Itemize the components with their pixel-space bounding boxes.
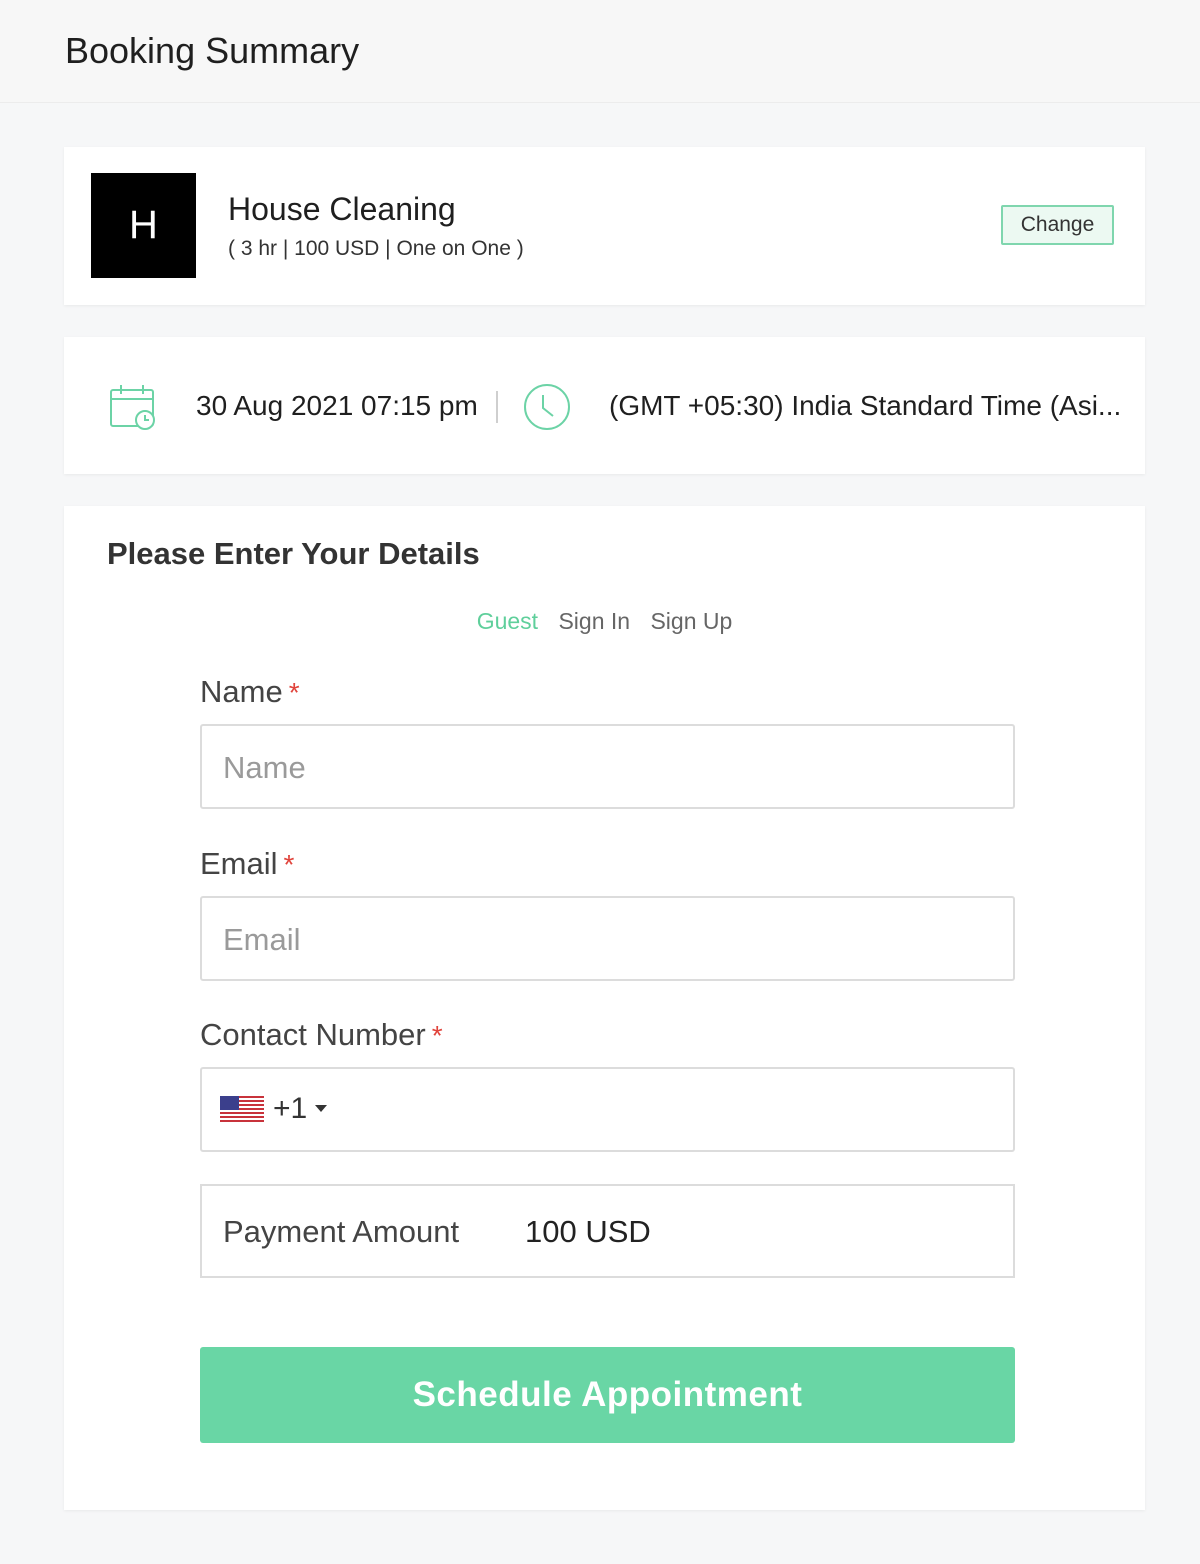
- service-logo: H: [91, 173, 196, 278]
- service-details: ( 3 hr | 100 USD | One on One ): [228, 237, 524, 260]
- required-marker: *: [288, 677, 300, 708]
- email-field[interactable]: Email: [200, 896, 1015, 981]
- tab-guest[interactable]: Guest: [477, 608, 538, 634]
- calendar-icon: [109, 384, 157, 437]
- schedule-card: 30 Aug 2021 07:15 pm (GMT +05:30) India …: [64, 337, 1145, 474]
- divider: [496, 391, 498, 423]
- auth-tabs: Guest Sign In Sign Up: [64, 608, 1145, 635]
- tab-sign-up[interactable]: Sign Up: [650, 608, 732, 634]
- clock-icon: [523, 383, 571, 436]
- service-card: H House Cleaning ( 3 hr | 100 USD | One …: [64, 147, 1145, 305]
- chevron-down-icon[interactable]: [315, 1105, 327, 1112]
- email-label-text: Email: [200, 846, 278, 881]
- required-marker: *: [431, 1020, 443, 1051]
- tab-sign-in[interactable]: Sign In: [558, 608, 630, 634]
- contact-label-text: Contact Number: [200, 1017, 426, 1052]
- schedule-appointment-button[interactable]: Schedule Appointment: [200, 1347, 1015, 1443]
- page-title: Booking Summary: [65, 30, 360, 71]
- change-button[interactable]: Change: [1001, 205, 1114, 245]
- payment-amount-value: 100 USD: [525, 1214, 651, 1249]
- country-code[interactable]: +1: [273, 1092, 307, 1126]
- name-label-text: Name: [200, 674, 283, 709]
- contact-label: Contact Number *: [200, 1017, 443, 1053]
- required-marker: *: [283, 849, 295, 880]
- name-field[interactable]: Name: [200, 724, 1015, 809]
- details-form: Please Enter Your Details Guest Sign In …: [64, 506, 1145, 1510]
- service-name: House Cleaning: [228, 191, 456, 227]
- form-heading: Please Enter Your Details: [107, 536, 480, 571]
- email-label: Email *: [200, 846, 294, 882]
- top-bar: Booking Summary: [0, 0, 1200, 103]
- timezone-text[interactable]: (GMT +05:30) India Standard Time (Asi...: [609, 390, 1119, 422]
- payment-amount-box: Payment Amount 100 USD: [200, 1184, 1015, 1278]
- appointment-datetime: 30 Aug 2021 07:15 pm: [196, 390, 478, 421]
- email-placeholder: Email: [223, 922, 301, 957]
- payment-amount-label: Payment Amount: [223, 1214, 460, 1249]
- us-flag-icon[interactable]: [220, 1096, 264, 1127]
- contact-number-field[interactable]: +1: [200, 1067, 1015, 1152]
- name-placeholder: Name: [223, 750, 306, 785]
- name-label: Name *: [200, 674, 300, 710]
